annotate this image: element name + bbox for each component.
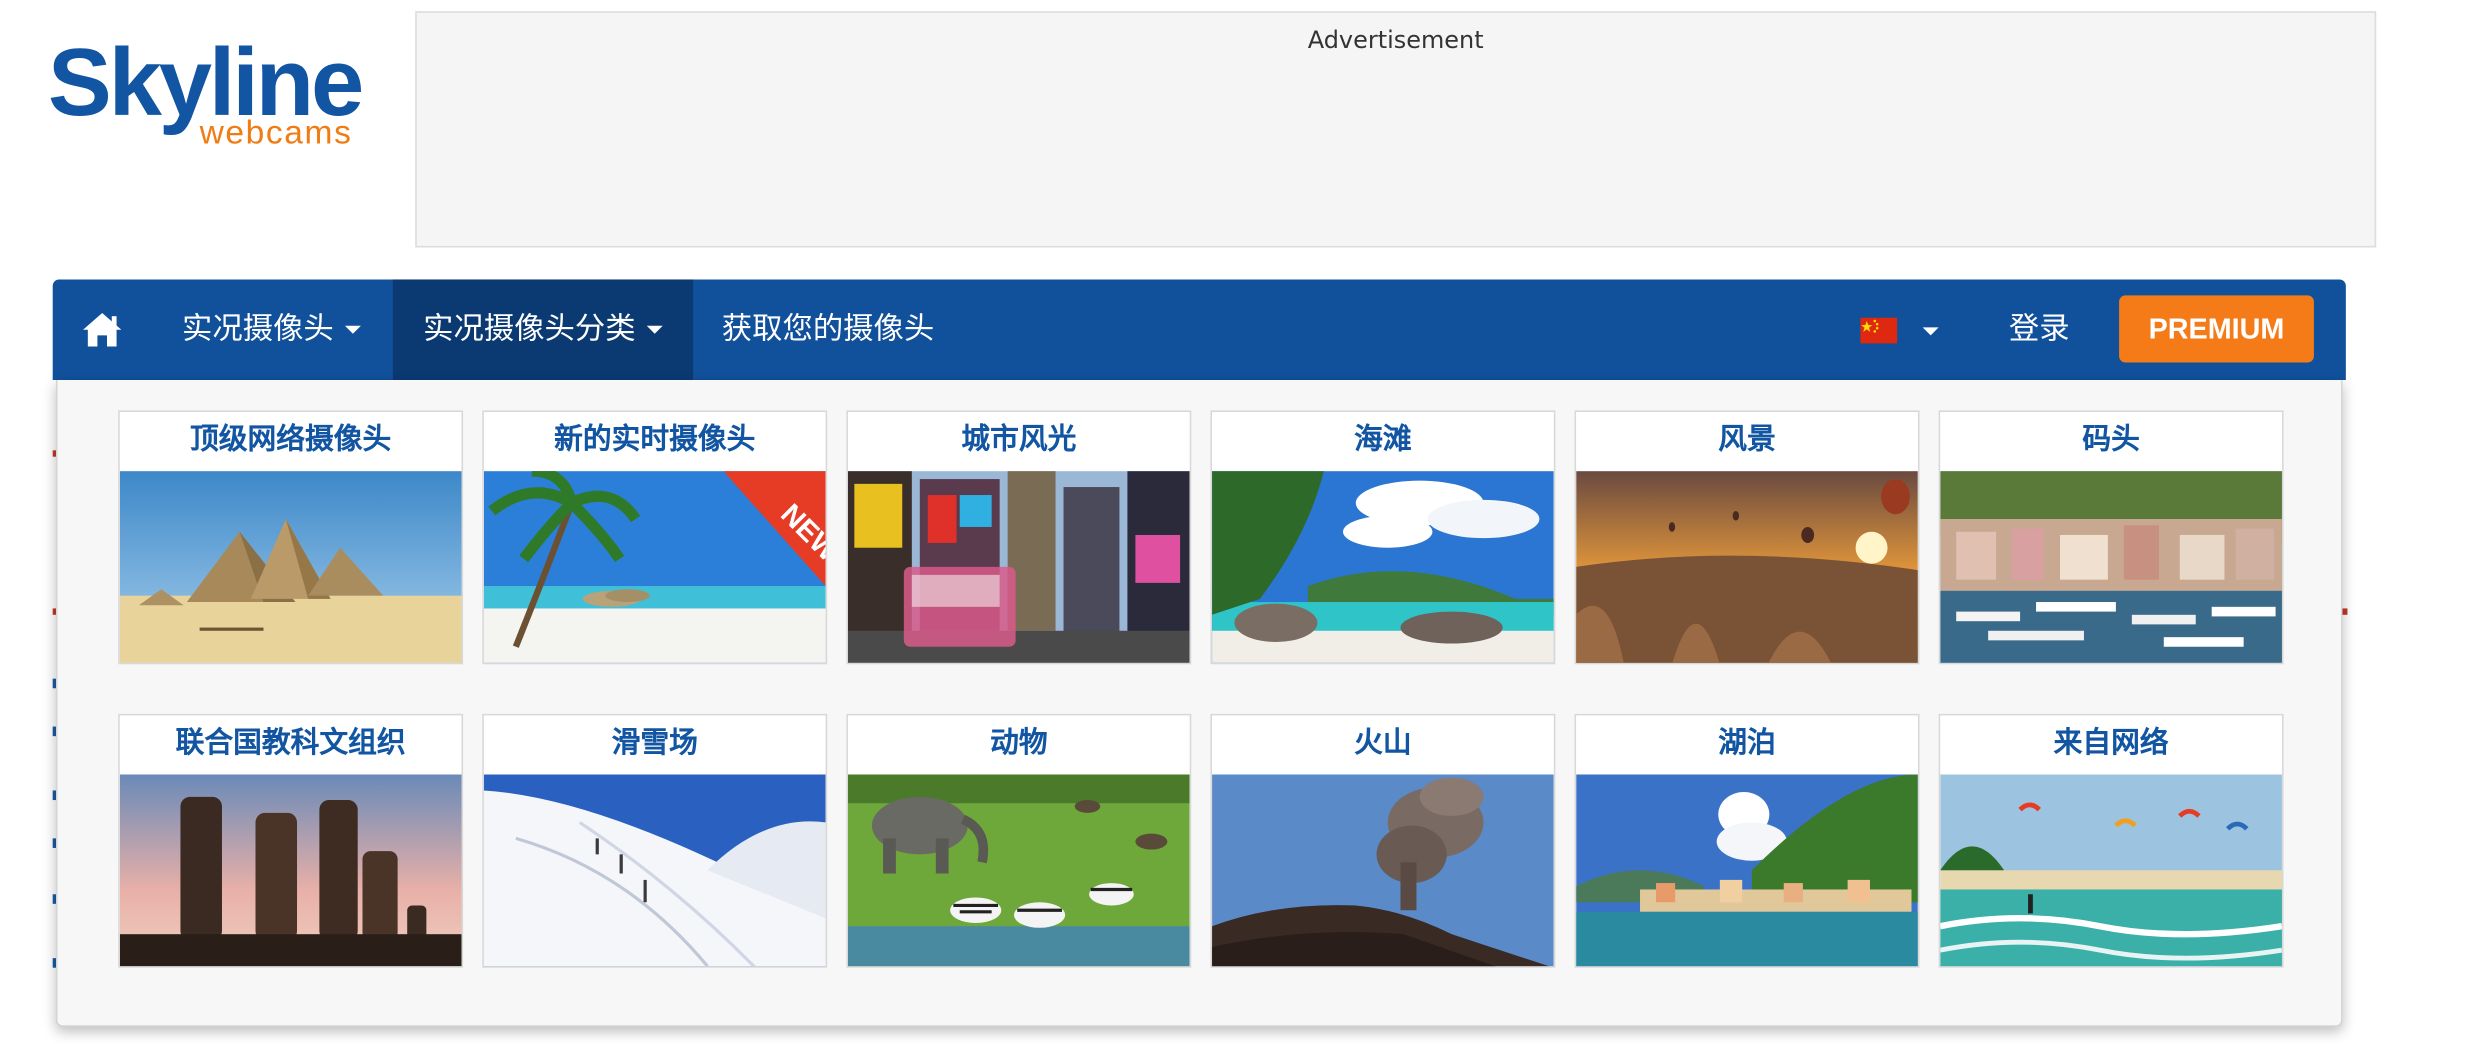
category-title: 火山 — [1212, 715, 1554, 775]
nav-live-webcams-label: 实况摄像头 — [182, 311, 334, 347]
login-label: 登录 — [2008, 311, 2070, 347]
advertisement-label: Advertisement — [1307, 25, 1484, 55]
category-title: 新的实时摄像头 — [483, 412, 826, 472]
nav-get-your-webcam-label: 获取您的摄像头 — [721, 311, 935, 347]
category-card-from-web[interactable]: 来自网络 — [1938, 713, 2284, 968]
tropical-beach-image — [1212, 471, 1554, 663]
premium-button[interactable]: PREMIUM — [2119, 295, 2314, 363]
nav-webcam-categories-label: 实况摄像头分类 — [423, 311, 636, 347]
pyramids-image — [119, 471, 462, 663]
balloons-sunset-image — [1576, 471, 1918, 663]
lake-village-image — [1576, 774, 1918, 967]
nav-webcam-categories[interactable]: 实况摄像头分类 — [392, 279, 694, 381]
harbor-image — [1940, 471, 2282, 663]
category-title: 海滩 — [1212, 412, 1554, 472]
category-title: 动物 — [847, 715, 1190, 775]
category-card-unesco[interactable]: 联合国教科文组织 — [118, 713, 464, 968]
skyline-logo[interactable]: Skyline webcams — [48, 29, 399, 157]
category-title: 来自网络 — [1940, 715, 2282, 775]
category-title: 码头 — [1940, 412, 2282, 472]
times-square-image — [847, 471, 1190, 663]
category-card-lakes[interactable]: 湖泊 — [1574, 713, 1920, 968]
beach-palm-image: NEW — [483, 471, 826, 663]
logo-subtitle: webcams — [199, 114, 353, 152]
moai-image — [119, 774, 462, 967]
china-flag-icon — [1860, 317, 1898, 344]
category-card-volcanoes[interactable]: 火山 — [1210, 713, 1556, 968]
category-card-ski-resorts[interactable]: 滑雪场 — [482, 713, 828, 968]
home-icon — [83, 312, 122, 347]
category-card-landscapes[interactable]: 风景 — [1574, 410, 1920, 665]
category-card-new-webcams[interactable]: 新的实时摄像头 NEW — [482, 410, 828, 665]
categories-dropdown: 顶级网络摄像头 新的实时摄像头 NEW 城市风光 海滩 风景 码头 联合国教科文… — [55, 380, 2343, 1027]
volcano-image — [1212, 774, 1554, 967]
category-title: 顶级网络摄像头 — [119, 412, 462, 472]
category-title: 城市风光 — [847, 412, 1190, 472]
category-card-beaches[interactable]: 海滩 — [1210, 410, 1556, 665]
login-link[interactable]: 登录 — [1979, 279, 2100, 380]
nav-get-your-webcam[interactable]: 获取您的摄像头 — [691, 279, 964, 380]
category-card-cityscapes[interactable]: 城市风光 — [846, 410, 1192, 665]
category-title: 滑雪场 — [483, 715, 826, 775]
home-button[interactable] — [53, 279, 152, 380]
category-title: 湖泊 — [1576, 715, 1918, 775]
category-card-harbors[interactable]: 码头 — [1938, 410, 2284, 665]
advertisement-banner[interactable]: Advertisement — [415, 11, 2377, 248]
category-title: 风景 — [1576, 412, 1918, 472]
category-title: 联合国教科文组织 — [119, 715, 462, 775]
ski-slope-image — [483, 774, 826, 967]
nav-live-webcams[interactable]: 实况摄像头 — [152, 279, 392, 380]
kitesurf-beach-image — [1940, 774, 2282, 967]
caret-down-icon — [646, 325, 663, 334]
category-card-animals[interactable]: 动物 — [846, 713, 1192, 968]
safari-image — [847, 774, 1190, 967]
caret-down-icon — [344, 325, 361, 334]
caret-down-icon — [1922, 327, 1939, 336]
category-card-top-webcams[interactable]: 顶级网络摄像头 — [118, 410, 464, 665]
main-navbar: 实况摄像头 实况摄像头分类 获取您的摄像头 登录 PREMIUM — [52, 279, 2346, 381]
